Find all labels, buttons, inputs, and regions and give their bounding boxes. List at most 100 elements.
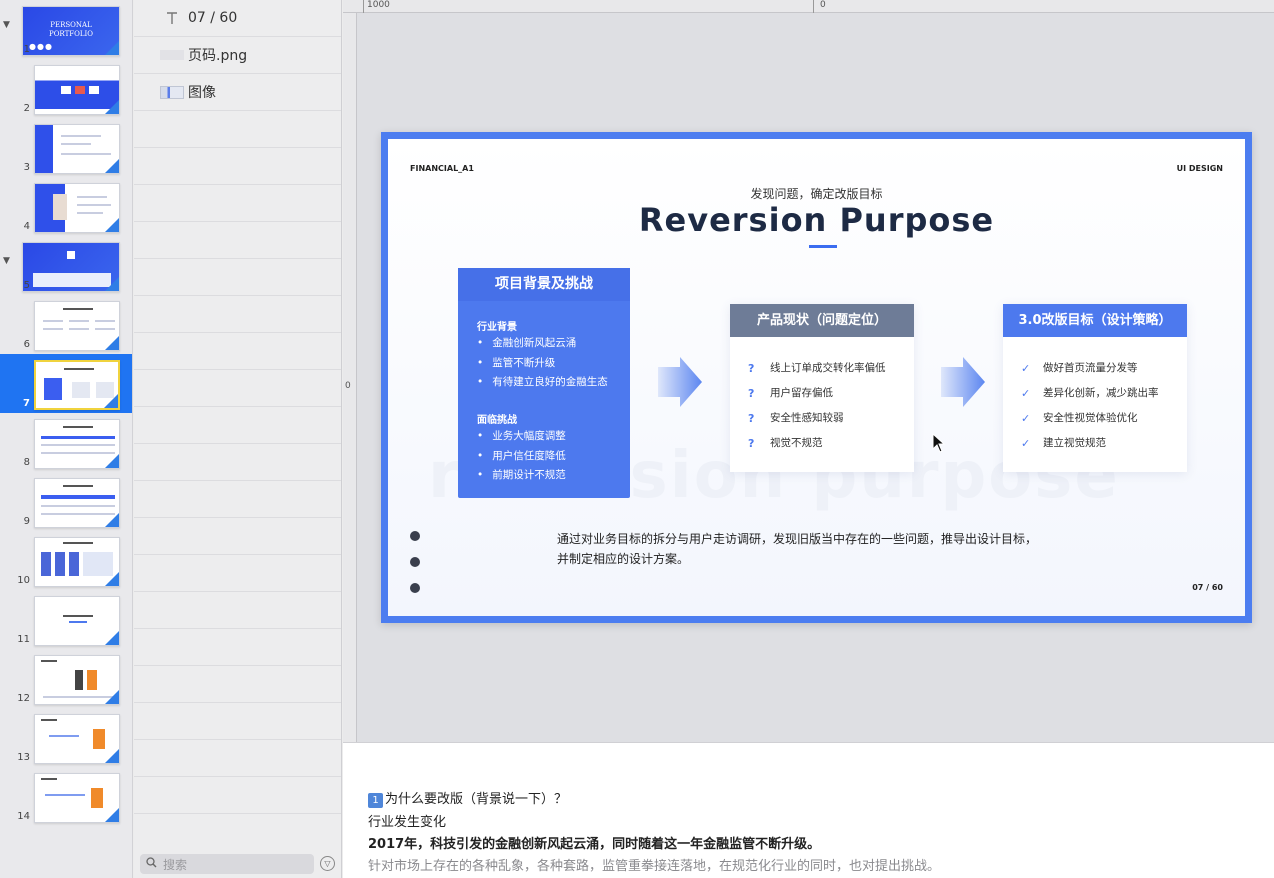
question-icon: ? <box>748 387 755 400</box>
layer-label: 图像 <box>188 85 216 101</box>
slide-number: 10 <box>17 575 30 586</box>
section-heading: 行业背景 <box>477 322 517 333</box>
disclosure-triangle-icon[interactable]: ▼ <box>3 20 10 30</box>
layer-item-page-image[interactable]: 页码.png <box>134 37 341 74</box>
layer-item-image[interactable]: 图像 <box>134 74 341 111</box>
issue-list: ? 线上订单成交转化率偏低 ? 用户留存偏低 ? 安全性感知较弱 ? 视觉不规范 <box>748 356 886 456</box>
mouse-cursor-icon <box>932 433 946 453</box>
slide-thumbnail-5[interactable]: ▼ 5 <box>0 236 132 295</box>
text-icon <box>158 11 186 25</box>
list-item: ✓ 建立视觉规范 <box>1021 431 1159 456</box>
thumbnail-image <box>34 537 120 587</box>
dribbble-icon <box>410 531 420 541</box>
keynote-window: ▼ PERSONAL PORTFOLIO ●●● 1 2 3 4 ▼ 5 6 7… <box>0 0 1274 878</box>
list-item-text: 用户留存偏低 <box>770 387 833 399</box>
layer-empty-row <box>134 222 341 259</box>
slide-thumbnail-7[interactable]: 7 <box>0 354 132 413</box>
slide-thumbnail-8[interactable]: 8 <box>0 413 132 472</box>
check-icon: ✓ <box>1021 437 1031 450</box>
layer-empty-row <box>134 666 341 703</box>
list-item-text: 线上订单成交转化率偏低 <box>770 362 886 374</box>
layer-empty-row <box>134 592 341 629</box>
slide-thumbnail-4[interactable]: 4 <box>0 177 132 236</box>
layer-empty-row <box>134 481 341 518</box>
list-item-text: 差异化创新，减少跳出率 <box>1043 387 1159 399</box>
slide-description: 通过对业务目标的拆分与用户走访调研，发现旧版当中存在的一些问题，推导出设计目标，… <box>557 529 1037 569</box>
list-item: 有待建立良好的金融生态 <box>477 373 608 393</box>
thumbnail-image <box>34 596 120 646</box>
layers-panel[interactable]: 07 / 60 页码.png 图像 <box>134 0 342 878</box>
slide-number: 4 <box>23 221 30 232</box>
search-placeholder: 搜索 <box>163 857 188 872</box>
slide-thumbnail-6[interactable]: 6 <box>0 295 132 354</box>
filter-icon[interactable]: ▽ <box>320 856 335 871</box>
layer-item-page-number-text[interactable]: 07 / 60 <box>134 0 341 37</box>
social-icons <box>410 531 422 609</box>
goal-list: ✓ 做好首页流量分发等 ✓ 差异化创新，减少跳出率 ✓ 安全性视觉体验优化 ✓ 建立视觉… <box>1021 356 1159 456</box>
selected-slide-frame[interactable]: reversion purpose FINANCIAL_A1 UI DESIGN… <box>381 132 1252 623</box>
thumbnail-image <box>34 655 120 705</box>
disclosure-triangle-icon[interactable]: ▼ <box>3 256 10 266</box>
slide-thumbnail-9[interactable]: 9 <box>0 472 132 531</box>
slide-number: 5 <box>23 280 30 291</box>
list-item: ? 视觉不规范 <box>748 431 886 456</box>
layer-label: 页码.png <box>188 48 248 64</box>
layer-empty-row <box>134 555 341 592</box>
blank-image-icon <box>158 50 186 60</box>
layer-empty-row <box>134 333 341 370</box>
search-icon <box>146 857 157 871</box>
layer-empty-row <box>134 296 341 333</box>
list-item-text: 安全性视觉体验优化 <box>1043 412 1138 424</box>
list-item: ✓ 差异化创新，减少跳出率 <box>1021 381 1159 406</box>
slide-header-right: UI DESIGN <box>1176 164 1223 173</box>
ruler-label: 0 <box>820 0 826 10</box>
presenter-notes[interactable]: 1 为什么要改版（背景说一下）？ 行业发生变化 2017年，科技引发的金融创新风起… <box>343 742 1274 878</box>
slide-thumbnail-13[interactable]: 13 <box>0 708 132 767</box>
layer-empty-row <box>134 629 341 666</box>
challenge-list: 业务大幅度调整 用户信任度降低 前期设计不规范 <box>477 427 566 486</box>
section-heading: 面临挑战 <box>477 415 517 426</box>
slide-number: 1 <box>23 44 30 55</box>
slide-thumbnail-14[interactable]: 14 <box>0 767 132 826</box>
slide-thumbnail-1[interactable]: ▼ PERSONAL PORTFOLIO ●●● 1 <box>0 0 132 59</box>
weibo-icon <box>410 583 420 593</box>
slide-canvas[interactable]: 1000 0 0 reversion purpose FINANCIAL_A1 … <box>343 0 1274 742</box>
slide-number: 12 <box>17 693 30 704</box>
check-icon: ✓ <box>1021 412 1031 425</box>
thumbnail-image <box>34 360 120 410</box>
dots-icon: ●●● <box>29 42 53 51</box>
thumbnail-image <box>34 301 120 351</box>
slide-navigator[interactable]: ▼ PERSONAL PORTFOLIO ●●● 1 2 3 4 ▼ 5 6 7… <box>0 0 133 878</box>
list-item: 业务大幅度调整 <box>477 427 566 447</box>
layer-label: 07 / 60 <box>188 10 238 26</box>
thumbnail-image <box>34 419 120 469</box>
title-underline <box>809 245 837 248</box>
slide-thumbnail-2[interactable]: 2 <box>0 59 132 118</box>
layer-empty-row <box>134 777 341 814</box>
search-input[interactable]: 搜索 <box>140 854 314 874</box>
product-status-card[interactable]: 产品现状（问题定位） ? 线上订单成交转化率偏低 ? 用户留存偏低 ? 安全性感知较弱… <box>730 304 914 472</box>
list-item: ? 线上订单成交转化率偏低 <box>748 356 886 381</box>
slide-thumbnail-3[interactable]: 3 <box>0 118 132 177</box>
horizontal-ruler: 1000 0 <box>343 0 1274 13</box>
description-line: 并制定相应的设计方案。 <box>557 552 690 566</box>
slide-thumbnail-11[interactable]: 11 <box>0 590 132 649</box>
layer-empty-row <box>134 518 341 555</box>
slide-thumbnail-10[interactable]: 10 <box>0 531 132 590</box>
slide[interactable]: reversion purpose FINANCIAL_A1 UI DESIGN… <box>388 139 1245 616</box>
list-item: ? 用户留存偏低 <box>748 381 886 406</box>
redesign-goal-card[interactable]: 3.0改版目标（设计策略） ✓ 做好首页流量分发等 ✓ 差异化创新，减少跳出率 ✓ 安… <box>1003 304 1187 472</box>
layer-empty-row <box>134 703 341 740</box>
thumbnail-image <box>34 183 120 233</box>
thumbnail-image <box>34 65 120 115</box>
slide-thumbnail-12[interactable]: 12 <box>0 649 132 708</box>
check-icon: ✓ <box>1021 387 1031 400</box>
slide-number: 6 <box>23 339 30 350</box>
notes-line: 针对市场上存在的各种乱象，各种套路，监管重拳接连落地，在规范化行业的同时，也对提… <box>368 859 941 874</box>
page-number: 07 / 60 <box>1192 583 1223 592</box>
card-header: 产品现状（问题定位） <box>730 304 914 337</box>
background-challenge-card[interactable]: 项目背景及挑战 行业背景 金融创新风起云涌 监管不断升级 有待建立良好的金融生态… <box>458 268 630 498</box>
industry-list: 金融创新风起云涌 监管不断升级 有待建立良好的金融生态 <box>477 334 608 393</box>
image-icon <box>158 85 186 99</box>
list-item-text: 视觉不规范 <box>770 437 823 449</box>
